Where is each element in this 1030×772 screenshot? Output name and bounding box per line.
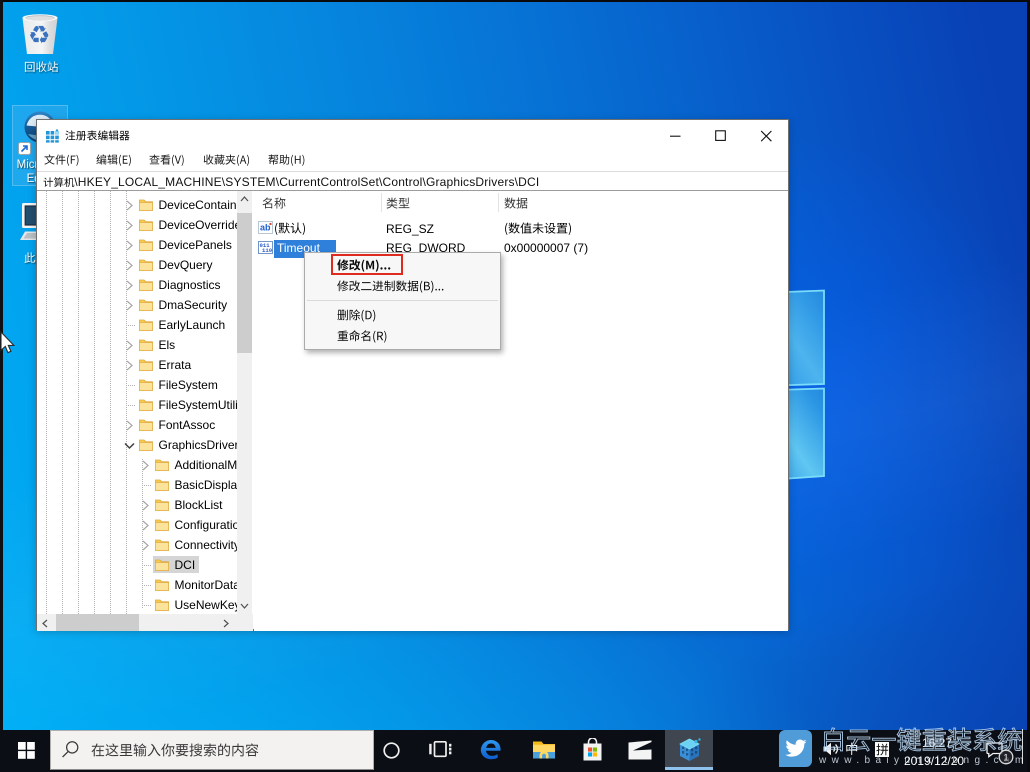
svg-text:110: 110 <box>262 247 273 254</box>
svg-text:ab: ab <box>260 223 271 233</box>
svg-text:1: 1 <box>1003 752 1008 763</box>
